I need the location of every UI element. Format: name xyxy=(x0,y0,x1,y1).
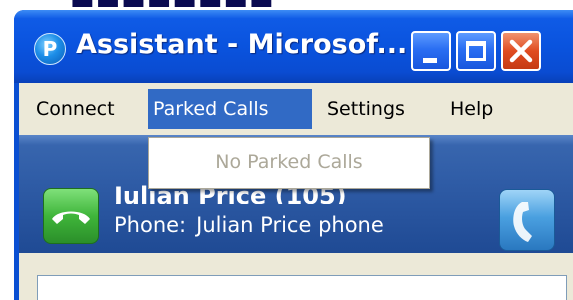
menu-parked-calls[interactable]: Parked Calls xyxy=(148,89,312,129)
menu-settings[interactable]: Settings xyxy=(322,89,410,129)
minimize-button[interactable] xyxy=(411,31,451,71)
hang-up-glyph xyxy=(52,211,90,224)
contact-phone-row: Phone: Julian Price phone xyxy=(114,213,384,237)
hang-up-icon[interactable] xyxy=(43,188,99,244)
window-title: Assistant - Microsof... xyxy=(76,29,408,60)
list-box[interactable] xyxy=(37,275,567,300)
no-parked-calls-item: No Parked Calls xyxy=(215,151,363,173)
window-client-area: Connect Parked Calls Settings Help Julia… xyxy=(19,83,573,300)
menu-bar: Connect Parked Calls Settings Help xyxy=(19,83,573,135)
phone-label: Phone: xyxy=(114,213,187,237)
assistant-app-icon[interactable]: P xyxy=(34,33,66,65)
lower-area xyxy=(19,253,573,300)
handset-glyph xyxy=(513,202,532,242)
parked-calls-dropdown: No Parked Calls xyxy=(148,137,430,189)
maximize-button[interactable] xyxy=(456,31,496,71)
minimize-icon xyxy=(423,58,437,63)
title-bar[interactable]: P Assistant - Microsof... xyxy=(14,10,573,83)
menu-help[interactable]: Help xyxy=(445,89,498,129)
maximize-icon xyxy=(466,41,486,61)
phone-value: Julian Price phone xyxy=(196,213,384,237)
screenshot-stage: ▬▬▬▬▬▬▬▬ P Assistant - Microsof... Conne… xyxy=(0,0,573,300)
menu-connect[interactable]: Connect xyxy=(31,89,120,129)
close-button[interactable] xyxy=(501,31,541,71)
handset-icon[interactable] xyxy=(499,189,555,251)
close-icon xyxy=(509,39,533,63)
